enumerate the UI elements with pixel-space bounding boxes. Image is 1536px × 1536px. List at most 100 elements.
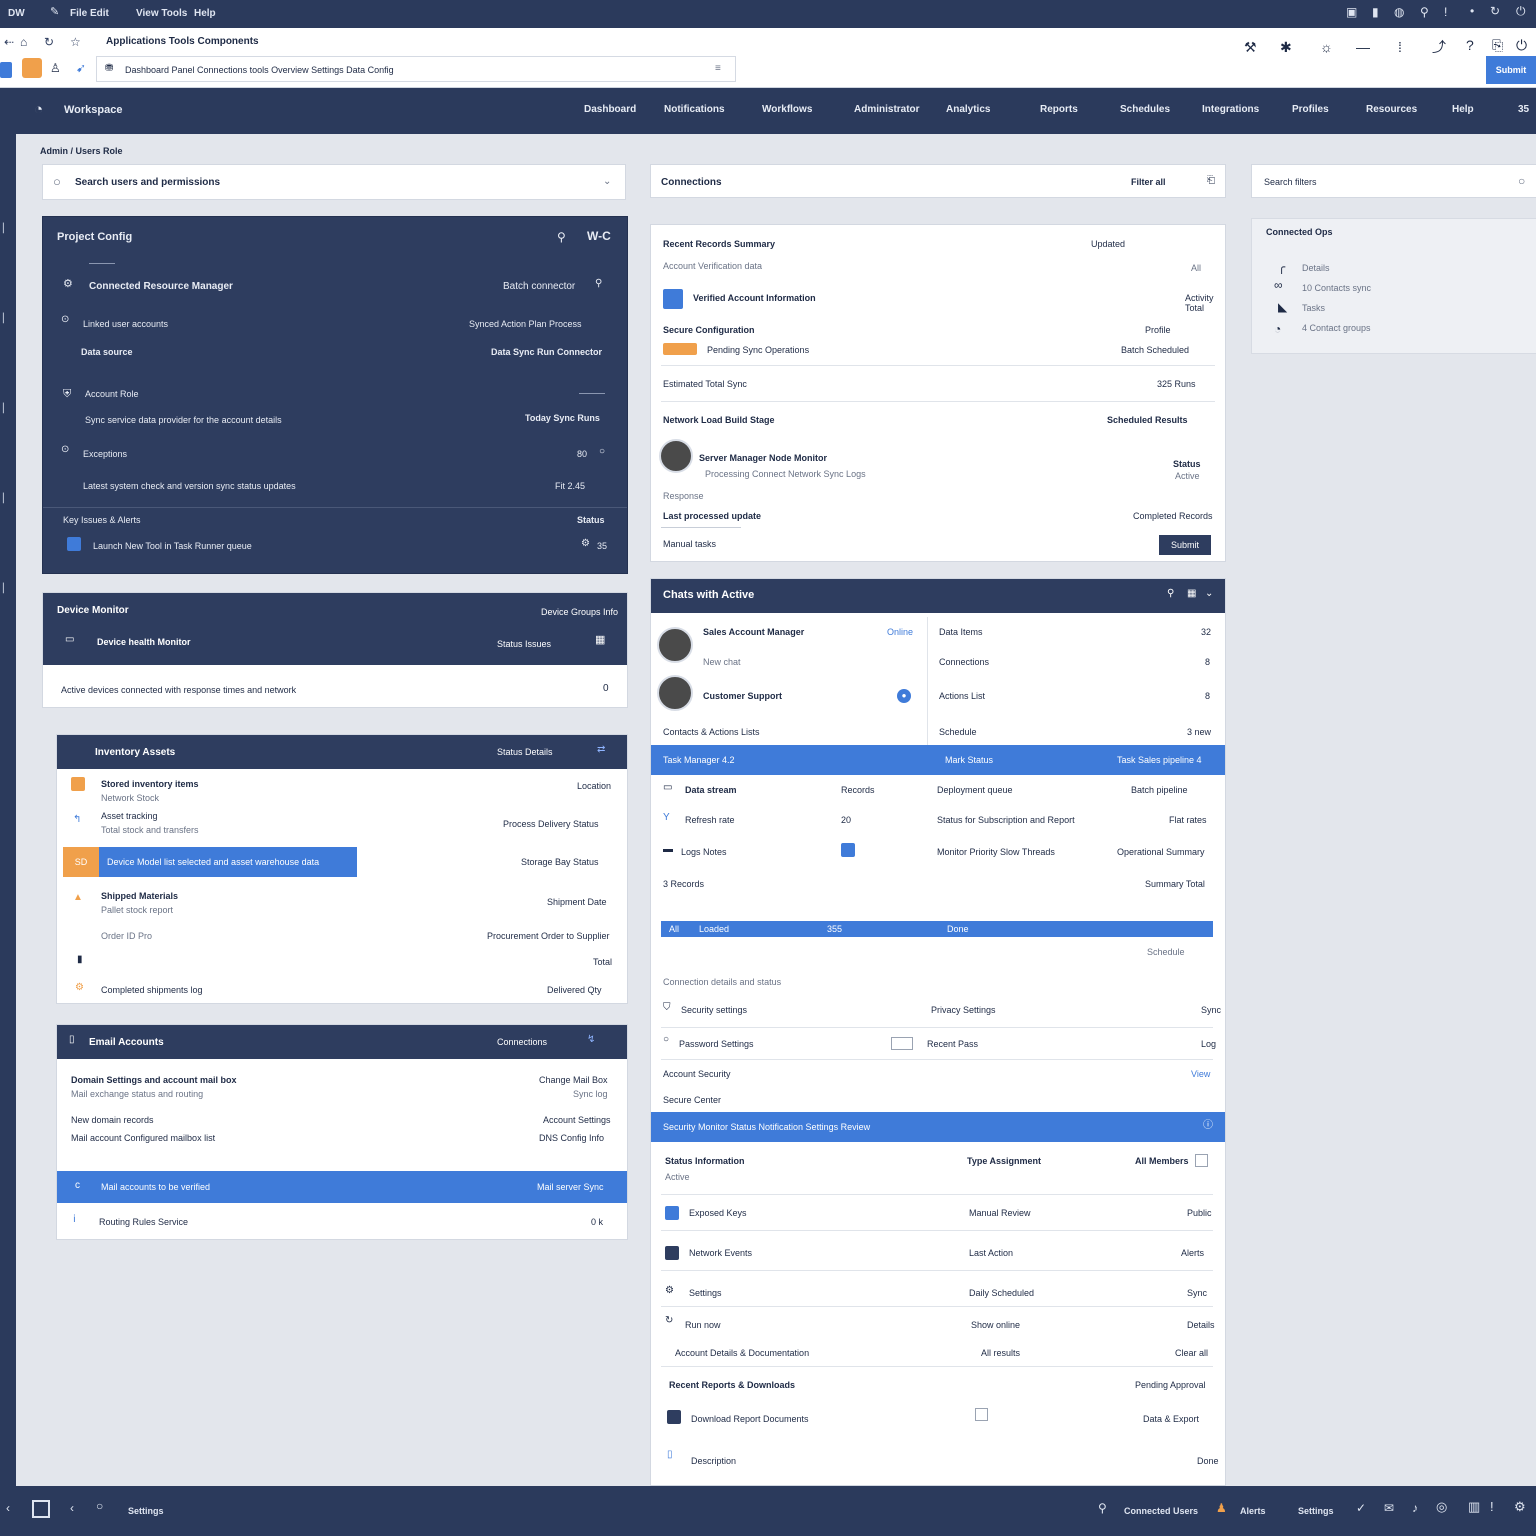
minus-icon[interactable]: — (1356, 40, 1370, 54)
info-icon[interactable]: ⓘ (1203, 1121, 1213, 1131)
bottom-5-c4[interactable]: Details (1187, 1320, 1215, 1330)
globe-icon[interactable]: ◎ (1436, 1500, 1447, 1513)
user-icon[interactable]: ♙ (50, 62, 61, 74)
wifi-icon[interactable]: ⚲ (1098, 1502, 1107, 1514)
sidebar-icon-5[interactable]: ▏ (3, 584, 10, 593)
dropdown-icon[interactable]: ⌄ (603, 177, 611, 187)
menu-icon[interactable]: ≡ (715, 64, 721, 74)
brand-name[interactable]: Workspace (64, 104, 123, 116)
nav-administrator[interactable]: Administrator (854, 104, 920, 115)
share-icon[interactable]: ⤴ (1432, 40, 1446, 54)
security-row[interactable]: Security Monitor Status Notification Set… (651, 1112, 1225, 1142)
filter-select[interactable]: Filter all (1131, 177, 1166, 187)
nav-resources[interactable]: Resources (1366, 104, 1417, 115)
copy-icon[interactable]: ⎘ (1492, 38, 1503, 52)
nav-schedules[interactable]: Schedules (1120, 104, 1170, 115)
flag-icon[interactable] (841, 843, 855, 857)
dot-icon[interactable]: ○ (96, 1500, 103, 1512)
tools-icon[interactable]: ⚒ (1244, 40, 1257, 54)
bottom-6-c4[interactable]: Clear all (1175, 1348, 1208, 1358)
chevron-down-icon[interactable]: ⌄ (1205, 589, 1213, 599)
email-selected-row[interactable]: c Mail accounts to be verified Mail serv… (57, 1171, 627, 1203)
star-icon[interactable]: ☆ (70, 36, 81, 48)
settings-icon[interactable]: ✱ (1280, 40, 1292, 54)
info-icon[interactable]: ǃ (1490, 1500, 1494, 1513)
chats-selected-row[interactable]: Task Manager 4.2 Mark Status Task Sales … (651, 745, 1225, 775)
back-icon[interactable]: ⇠ (4, 36, 14, 48)
menu-file[interactable]: File Edit (70, 8, 109, 19)
user-icon[interactable]: ♟ (1216, 1502, 1227, 1514)
pin-icon[interactable]: ⚲ (557, 231, 566, 243)
nav-notifications[interactable]: Notifications (664, 104, 725, 115)
right-item-1[interactable]: Details (1302, 263, 1330, 273)
right-search-input[interactable]: Search filters (1264, 177, 1317, 187)
search-icon[interactable]: ⚲ (1167, 589, 1174, 599)
window-icon[interactable] (32, 1500, 50, 1518)
right-item-3[interactable]: Tasks (1302, 303, 1325, 313)
right-item-2[interactable]: 10 Contacts sync (1302, 283, 1371, 293)
sidebar-icon-1[interactable]: ▏ (3, 224, 10, 233)
nav-dashboard[interactable]: Dashboard (584, 104, 636, 115)
reload-icon[interactable]: ↻ (44, 36, 54, 48)
contact-1-name[interactable]: Sales Account Manager (703, 627, 804, 637)
sync-icon[interactable]: ↯ (587, 1035, 595, 1045)
search-input[interactable]: Search users and permissions (75, 177, 220, 188)
window-icon[interactable]: ▣ (1346, 6, 1357, 18)
right-search[interactable]: Search filters ○ (1251, 164, 1536, 198)
avatar[interactable] (657, 627, 693, 663)
download-checkbox[interactable] (975, 1408, 988, 1421)
sun-icon[interactable]: ☼ (1320, 40, 1333, 54)
expand-icon[interactable]: ⇄ (597, 745, 605, 755)
dot-icon[interactable]: • (1470, 5, 1474, 17)
search-box[interactable]: ○ Search users and permissions ⌄ (42, 164, 626, 200)
gear-icon[interactable]: ⚙ (581, 539, 590, 549)
avatar[interactable] (657, 675, 693, 711)
bell-icon[interactable]: ǃ (1444, 6, 1447, 18)
submit-button[interactable]: Submit (1486, 56, 1536, 84)
nav-workflows[interactable]: Workflows (762, 104, 812, 115)
menu-help[interactable]: Help (194, 8, 216, 19)
bottom-5-c1[interactable]: Run now (685, 1320, 721, 1330)
power-icon[interactable]: ⏻ (1516, 5, 1526, 17)
search-icon[interactable]: ⚲ (595, 279, 602, 289)
export-icon[interactable]: ⎗ (1207, 176, 1215, 186)
chevron-left-icon[interactable]: ‹ (70, 1502, 74, 1514)
sidebar-icon-2[interactable]: ▏ (3, 314, 10, 323)
nav-analytics[interactable]: Analytics (946, 104, 990, 115)
power-off-icon[interactable]: ⏻ (1516, 38, 1527, 52)
home-icon[interactable]: ⌂ (20, 36, 27, 48)
pin-icon[interactable]: ⚲ (1420, 6, 1429, 18)
contact-3-name[interactable]: Customer Support (703, 691, 782, 701)
nav-help[interactable]: Help (1452, 104, 1474, 115)
edit-icon[interactable]: ✎ (50, 7, 59, 18)
sd-tag[interactable]: SD (63, 847, 99, 877)
menu-view[interactable]: View Tools (136, 8, 187, 19)
gear-icon[interactable]: ⚙ (1514, 1500, 1526, 1513)
nav-integrations[interactable]: Integrations (1202, 104, 1259, 115)
right-item-4[interactable]: 4 Contact groups (1302, 323, 1371, 333)
mail-icon[interactable]: ✉ (1384, 1502, 1394, 1514)
sound-icon[interactable]: ♪ (1412, 1502, 1418, 1514)
phone-icon[interactable]: ▮ (1372, 6, 1379, 18)
back-icon[interactable]: ‹ (6, 1502, 10, 1514)
nav-profiles[interactable]: Profiles (1292, 104, 1329, 115)
grid-icon[interactable]: ▦ (1187, 589, 1196, 599)
grid-icon[interactable]: ▦ (595, 635, 605, 646)
cursor-icon[interactable]: ➹ (76, 62, 86, 74)
project-row-9-label[interactable]: Launch New Tool in Task Runner queue (93, 541, 252, 551)
help-icon[interactable]: ? (1466, 38, 1474, 52)
avatar[interactable] (659, 439, 693, 473)
toggle-checkbox[interactable] (891, 1037, 913, 1050)
check-icon[interactable]: ✓ (1356, 1502, 1366, 1514)
bars-icon[interactable]: ▥ (1468, 1500, 1480, 1513)
refresh-icon[interactable]: ↻ (1490, 5, 1500, 17)
nav-reports[interactable]: Reports (1040, 104, 1078, 115)
bottom-8-c1[interactable]: Download Report Documents (691, 1414, 809, 1424)
inventory-selected-row[interactable]: Device Model list selected and asset war… (99, 847, 357, 877)
sidebar-icon-3[interactable]: ▏ (3, 404, 10, 413)
after-5-c4[interactable]: View (1191, 1069, 1210, 1079)
bar-icon[interactable]: ⁞ (1398, 40, 1402, 54)
url-input[interactable]: ⛃ Dashboard Panel Connections tools Over… (96, 56, 736, 82)
globe-icon[interactable]: ◍ (1394, 6, 1404, 18)
circle-icon[interactable]: ○ (1518, 175, 1525, 187)
